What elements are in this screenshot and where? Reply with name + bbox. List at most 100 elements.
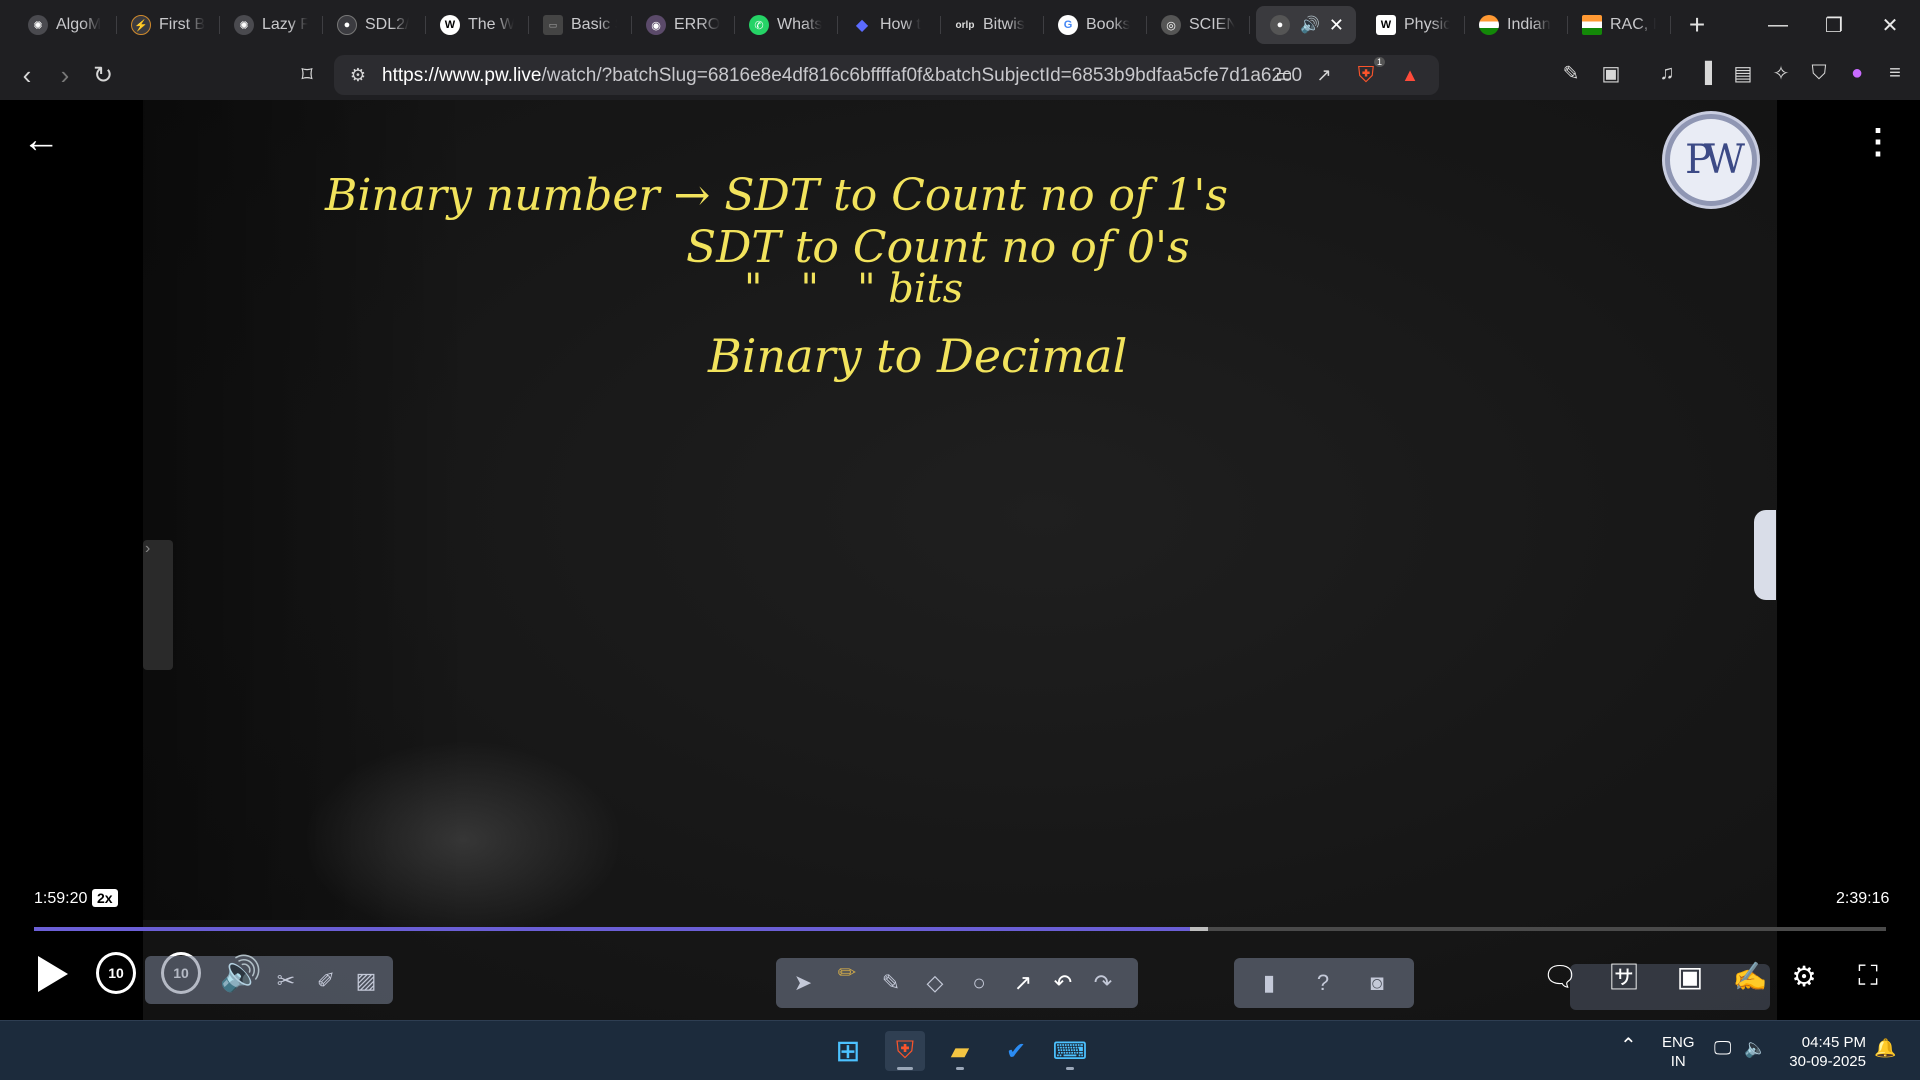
rewind-10-icon[interactable]: 10	[96, 952, 136, 994]
pw-logo: PW	[1665, 114, 1757, 206]
pw-icon: ●	[1270, 15, 1290, 35]
share-icon[interactable]: ↗	[1310, 61, 1338, 89]
brave-browser-icon[interactable]: ⛨	[885, 1031, 925, 1071]
file-explorer-icon[interactable]: ▰	[940, 1031, 980, 1071]
fullscreen-icon[interactable]: ⛶	[1848, 956, 1888, 996]
time-elapsed: 1:59:20	[34, 890, 88, 907]
windows-taskbar: ⊞ ⛨ ▰ ✔ ⌨ ⌃ ENG IN 🖵 🔈 04:45 PM 30-09-20…	[0, 1020, 1920, 1080]
brave-rewards-icon[interactable]: ▲	[1396, 61, 1424, 89]
reload-icon[interactable]: ↻	[86, 58, 120, 92]
network-icon[interactable]: 🖵	[1714, 1039, 1731, 1058]
wallet-icon[interactable]: ▤	[1728, 58, 1758, 88]
restore-button[interactable]: ❐	[1806, 0, 1862, 50]
menu-icon[interactable]: ≡	[1880, 58, 1910, 88]
note-line-1: Binary number → SDT to Count no of 1's	[324, 170, 1228, 221]
w-icon: W	[1376, 15, 1396, 35]
tab-rac[interactable]: RAC, I	[1568, 6, 1671, 44]
chat-icon[interactable]: 🗨	[1540, 956, 1580, 996]
url-path: /watch/?batchSlug=6816e8e4df816c6bffffaf…	[541, 65, 1302, 86]
image-icon: ▨	[355, 968, 377, 993]
tab-books[interactable]: G Books	[1044, 6, 1147, 44]
chevron-up-icon[interactable]: ⌃	[1620, 1036, 1637, 1056]
clock-date: 30-09-2025	[1789, 1053, 1866, 1070]
buffered-bar	[1189, 927, 1209, 931]
shape-icon: ○	[972, 970, 986, 995]
url-text[interactable]: https://www.pw.live/watch/?batchSlug=681…	[382, 65, 1302, 87]
github-icon: ●	[337, 15, 357, 35]
board-toolbar-right: ▮ ? ◙	[1234, 958, 1414, 1008]
tab-scien[interactable]: ◎ SCIEN	[1147, 6, 1250, 44]
leo-ai-icon[interactable]: ✧	[1766, 58, 1796, 88]
volume-icon[interactable]: 🔊	[218, 954, 264, 994]
todo-icon[interactable]: ✔	[996, 1031, 1036, 1071]
minimize-button[interactable]: —	[1750, 0, 1806, 50]
tab-indian[interactable]: Indian	[1465, 6, 1568, 44]
media-icon[interactable]: ♫	[1652, 58, 1682, 88]
url-host: https://www.pw.live	[382, 65, 542, 86]
site-settings-icon[interactable]: ⚙	[344, 61, 372, 89]
tab-basic-s[interactable]: ▭ Basic S	[529, 6, 632, 44]
tab-active-pw[interactable]: ● 🔊 ✕	[1256, 6, 1356, 44]
reader-mode-icon[interactable]: ▣	[1596, 58, 1626, 88]
right-panel-handle[interactable]	[1754, 510, 1776, 600]
bookmark-icon[interactable]: ⌑	[290, 58, 324, 92]
tab-label: ERROI	[674, 16, 720, 33]
back-arrow-icon[interactable]: ←	[22, 120, 62, 160]
play-icon[interactable]	[34, 953, 72, 995]
clock-time: 04:45 PM	[1801, 1034, 1866, 1051]
speaker-icon[interactable]: 🔈	[1744, 1039, 1766, 1058]
note-line-4: Binary to Decimal	[707, 329, 1127, 383]
progress-bar[interactable]	[34, 927, 1886, 931]
tab-bitwise[interactable]: orlp Bitwis	[941, 6, 1044, 44]
window-close-button[interactable]: ✕	[1862, 0, 1918, 50]
more-options-icon[interactable]: ⋮	[1860, 122, 1896, 162]
vpn-icon[interactable]: ⛉	[1804, 58, 1834, 88]
tab-error[interactable]: ◉ ERROI	[632, 6, 735, 44]
tab-algom[interactable]: ✺ AlgoM	[14, 6, 117, 44]
tab-physic[interactable]: W Physic	[1362, 6, 1465, 44]
notes-icon[interactable]: ✍	[1730, 956, 1770, 996]
line-icon: ↗	[1013, 970, 1033, 995]
address-bar[interactable]: ⚙ https://www.pw.live/watch/?batchSlug=6…	[334, 55, 1439, 95]
openai-icon: ✺	[234, 15, 254, 35]
browser-tab-strip: ✺ AlgoM ⚡ First B ✺ Lazy F ● SDL2/ W The W ▭ B…	[0, 0, 1920, 50]
tab-the-w[interactable]: W The W	[426, 6, 529, 44]
tab-label: AlgoM	[56, 16, 102, 33]
tab-first-b[interactable]: ⚡ First B	[117, 6, 220, 44]
picture-in-picture-icon[interactable]: ▣	[1670, 956, 1710, 996]
clock[interactable]: 04:45 PM 30-09-2025	[1786, 1033, 1866, 1071]
whatsapp-icon: ✆	[749, 15, 769, 35]
sidebar-icon[interactable]: ▐	[1690, 58, 1720, 88]
close-tab-icon[interactable]: ✕	[1329, 15, 1344, 36]
notification-bell-icon[interactable]: 🔔	[1874, 1039, 1896, 1058]
translate-icon[interactable]: 🈂	[1604, 956, 1644, 996]
new-tab-button[interactable]: +	[1677, 9, 1717, 41]
browser-toolbar: ‹ › ↻ ⌑ ⚙ https://www.pw.live/watch/?bat…	[0, 50, 1920, 100]
cursor-icon: ➤	[793, 970, 813, 995]
language-indicator[interactable]: ENG IN	[1662, 1033, 1695, 1071]
tab-how-t[interactable]: ◆ How t	[838, 6, 941, 44]
tab-sdl2[interactable]: ● SDL2/	[323, 6, 426, 44]
back-icon[interactable]: ‹	[10, 58, 44, 92]
poll-icon: ▮	[1262, 970, 1276, 995]
speaker-icon[interactable]: 🔊	[1300, 15, 1320, 35]
tab-lazy-f[interactable]: ✺ Lazy F	[220, 6, 323, 44]
orlp-icon: orlp	[955, 19, 975, 31]
video-player[interactable]: Binary number → SDT to Count no of 1's S…	[0, 100, 1920, 1020]
region-code: IN	[1670, 1053, 1686, 1070]
progress-fill	[34, 927, 1190, 931]
tab-whats[interactable]: ✆ Whats	[735, 6, 838, 44]
settings-icon[interactable]: ⚙	[1784, 956, 1824, 996]
playback-speed[interactable]: 2x	[92, 889, 118, 907]
cast-icon[interactable]: ▭	[1270, 61, 1298, 89]
left-panel-handle[interactable]: ›	[143, 540, 173, 670]
tab-label: Indian	[1507, 16, 1551, 33]
ai-icon: ⚡	[131, 15, 151, 35]
touch-keyboard-icon[interactable]: ⌨	[1050, 1031, 1090, 1071]
forward-icon[interactable]: ›	[48, 58, 82, 92]
extensions-icon[interactable]: ✎	[1556, 58, 1586, 88]
windows-start-icon[interactable]: ⊞	[828, 1031, 868, 1071]
chevron-right-icon: ›	[145, 540, 151, 557]
profile-icon[interactable]: ●	[1842, 58, 1872, 88]
tool-icon: ✐	[316, 968, 336, 993]
